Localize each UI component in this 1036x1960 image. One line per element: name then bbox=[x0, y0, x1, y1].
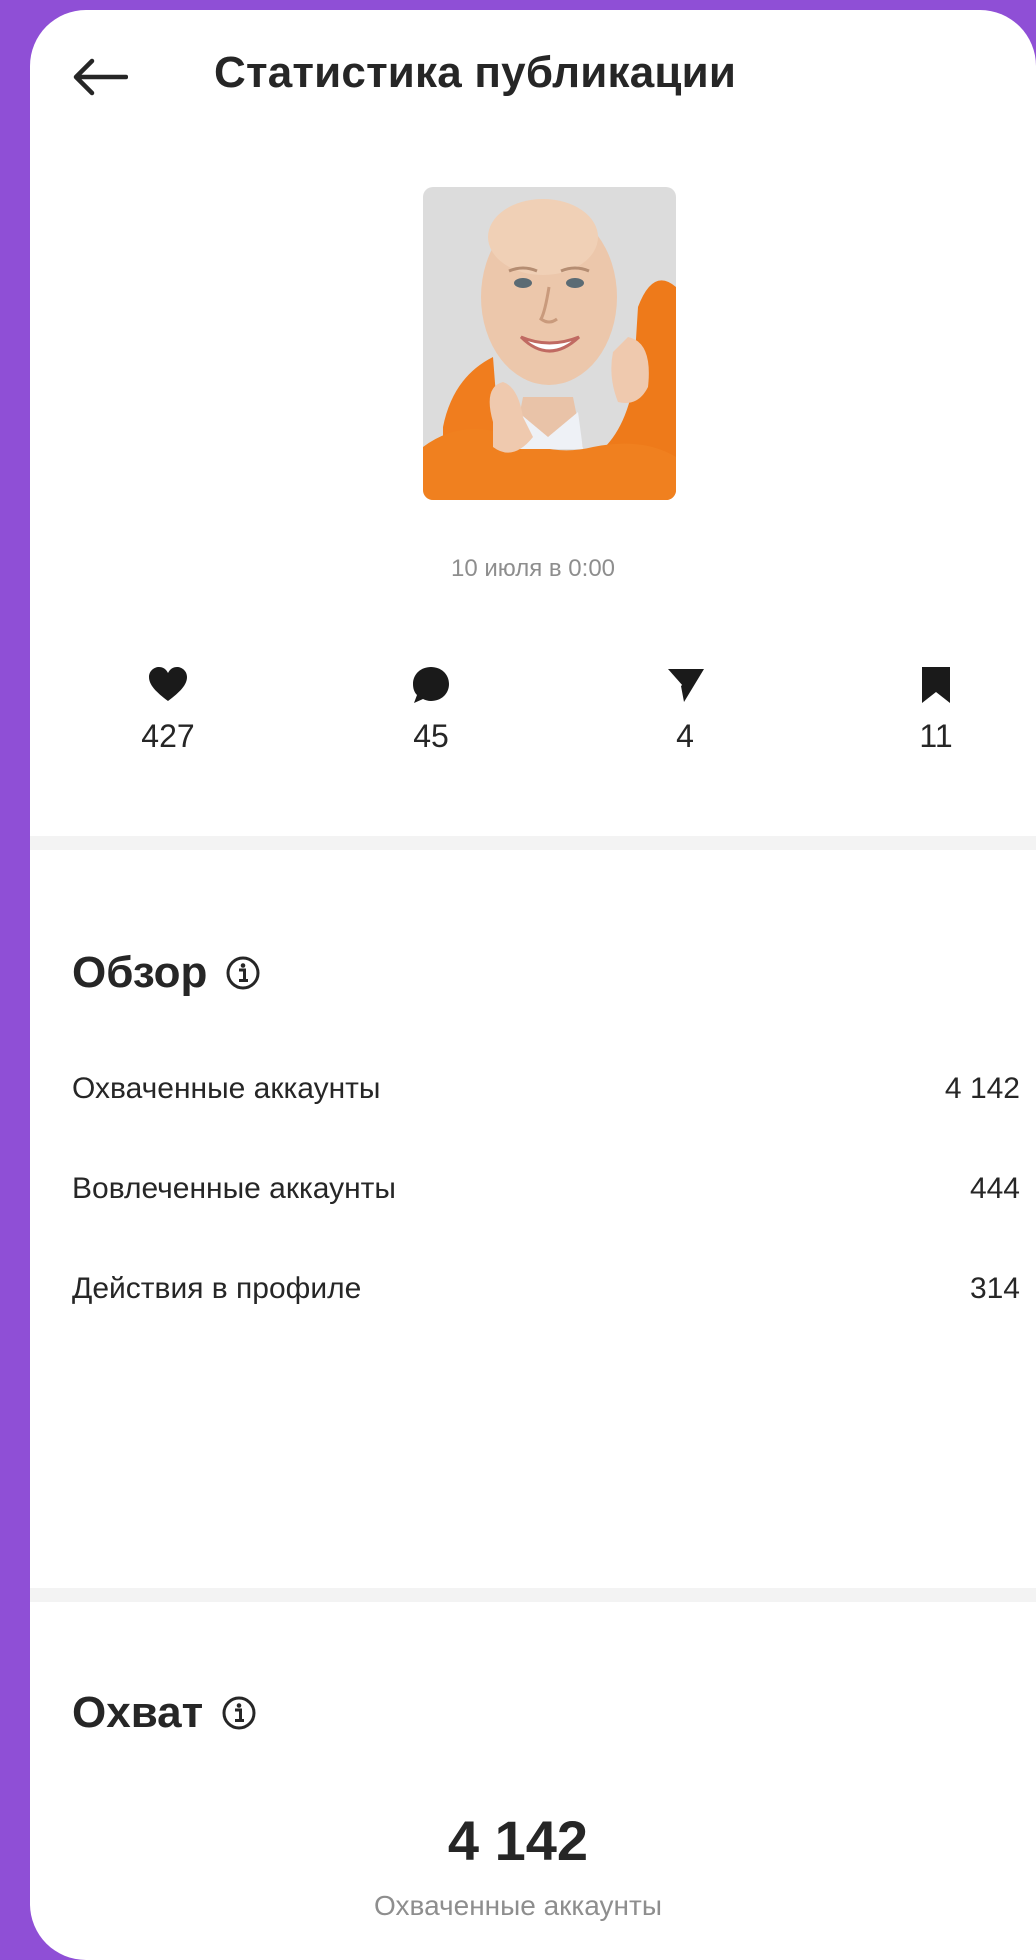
post-thumbnail[interactable] bbox=[423, 187, 676, 500]
info-icon bbox=[222, 1696, 256, 1730]
metric-comments[interactable]: 45 bbox=[361, 660, 501, 755]
reach-title-text: Охват bbox=[72, 1688, 204, 1737]
shares-count: 4 bbox=[676, 718, 694, 754]
metric-likes[interactable]: 427 bbox=[98, 660, 238, 755]
bookmark-icon bbox=[922, 667, 950, 703]
row-label: Вовлеченные аккаунты bbox=[72, 1172, 396, 1205]
row-value: 444 bbox=[969, 1172, 1020, 1205]
divider bbox=[30, 1588, 1036, 1602]
page-title: Статистика публикации bbox=[214, 48, 737, 97]
overview-title-text: Обзор bbox=[72, 948, 208, 997]
row-value: 314 bbox=[969, 1272, 1020, 1305]
info-icon bbox=[226, 956, 260, 990]
reach-value: 4 142 bbox=[447, 1809, 589, 1872]
reach-info-button[interactable] bbox=[221, 1695, 257, 1731]
back-button[interactable] bbox=[68, 46, 130, 108]
heart-icon bbox=[149, 667, 187, 701]
post-date: 10 июля в 0:00 bbox=[450, 555, 616, 582]
overview-row-profile-actions[interactable]: Действия в профиле 314 bbox=[72, 1272, 1020, 1306]
metric-shares[interactable]: 4 bbox=[615, 660, 755, 755]
comments-count: 45 bbox=[413, 718, 449, 754]
metric-saves[interactable]: 11 bbox=[866, 660, 1006, 755]
arrow-left-icon bbox=[73, 58, 128, 96]
overview-title: Обзор bbox=[72, 948, 261, 998]
comment-icon bbox=[413, 667, 449, 703]
row-value: 4 142 bbox=[944, 1072, 1020, 1105]
overview-info-button[interactable] bbox=[225, 955, 261, 991]
row-label: Действия в профиле bbox=[72, 1272, 362, 1305]
divider bbox=[30, 836, 1036, 850]
reach-label: Охваченные аккаунты bbox=[374, 1890, 662, 1921]
metrics-bar: 427 45 4 11 bbox=[30, 660, 1036, 770]
likes-count: 427 bbox=[141, 718, 195, 754]
reach-title: Охват bbox=[72, 1688, 257, 1738]
overview-row-engaged[interactable]: Вовлеченные аккаунты 444 bbox=[72, 1172, 1020, 1206]
overview-row-reached[interactable]: Охваченные аккаунты 4 142 bbox=[72, 1072, 1020, 1106]
stats-card: Статистика публикации 10 июля в 0:00 427… bbox=[30, 10, 1036, 1960]
row-label: Охваченные аккаунты bbox=[72, 1072, 381, 1105]
post-photo bbox=[423, 187, 676, 500]
send-icon bbox=[664, 668, 704, 702]
header: Статистика публикации bbox=[30, 10, 1036, 140]
saves-count: 11 bbox=[919, 718, 953, 754]
